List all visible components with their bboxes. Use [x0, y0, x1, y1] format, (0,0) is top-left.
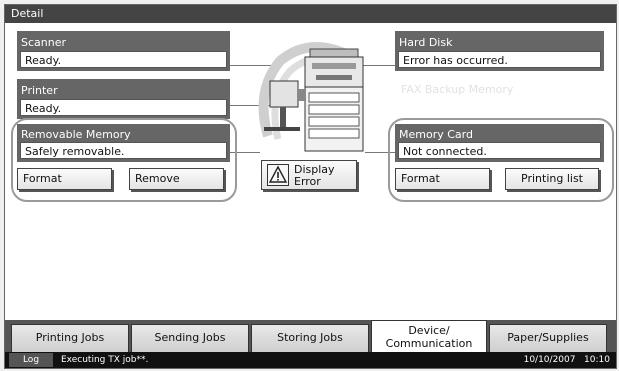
warning-icon	[267, 164, 289, 186]
log-button[interactable]: Log	[9, 353, 53, 367]
fax-backup-memory-label: FAX Backup Memory	[401, 83, 514, 96]
hard-disk-panel: Hard Disk Error has occurred.	[395, 31, 604, 71]
status-bar: Log Executing TX job**. 10/10/2007 10:10	[5, 352, 616, 368]
display-error-button[interactable]: Display Error	[261, 160, 357, 190]
window-title: Detail	[5, 5, 616, 23]
status-message: Executing TX job**.	[61, 355, 149, 365]
tab-device-communication[interactable]: Device/ Communication	[371, 320, 487, 352]
hard-disk-label: Hard Disk	[399, 36, 453, 49]
removable-memory-remove-button[interactable]: Remove	[129, 168, 224, 190]
tab-paper-supplies[interactable]: Paper/Supplies	[489, 324, 607, 352]
memory-card-status: Not connected.	[398, 142, 601, 159]
device-illustration	[258, 42, 364, 152]
memory-card-label: Memory Card	[399, 128, 473, 141]
printer-label: Printer	[21, 84, 58, 97]
tab-device-communication-line1: Device/	[408, 324, 450, 337]
removable-memory-label: Removable Memory	[21, 128, 131, 141]
scanner-label: Scanner	[21, 36, 67, 49]
tab-sending-jobs[interactable]: Sending Jobs	[131, 324, 249, 352]
scanner-status: Ready.	[20, 51, 227, 68]
memory-card-panel: Memory Card Not connected.	[395, 124, 604, 162]
removable-memory-status: Safely removable.	[20, 142, 227, 159]
display-error-label-line2: Error	[294, 175, 321, 188]
status-datetime: 10/10/2007 10:10	[523, 355, 610, 365]
tab-storing-jobs[interactable]: Storing Jobs	[251, 324, 369, 352]
scanner-panel: Scanner Ready.	[17, 31, 230, 71]
memory-card-format-button[interactable]: Format	[395, 168, 490, 190]
removable-memory-format-button[interactable]: Format	[17, 168, 112, 190]
removable-memory-panel: Removable Memory Safely removable.	[17, 124, 230, 162]
tab-printing-jobs[interactable]: Printing Jobs	[11, 324, 129, 352]
printer-panel: Printer Ready.	[17, 79, 230, 119]
tab-device-communication-line2: Communication	[385, 337, 473, 350]
printing-list-button[interactable]: Printing list	[505, 168, 599, 190]
detail-screen: Detail Scanner Ready. Printer Ready. Har…	[4, 4, 617, 369]
printer-status: Ready.	[20, 99, 227, 116]
hard-disk-status: Error has occurred.	[398, 51, 601, 68]
